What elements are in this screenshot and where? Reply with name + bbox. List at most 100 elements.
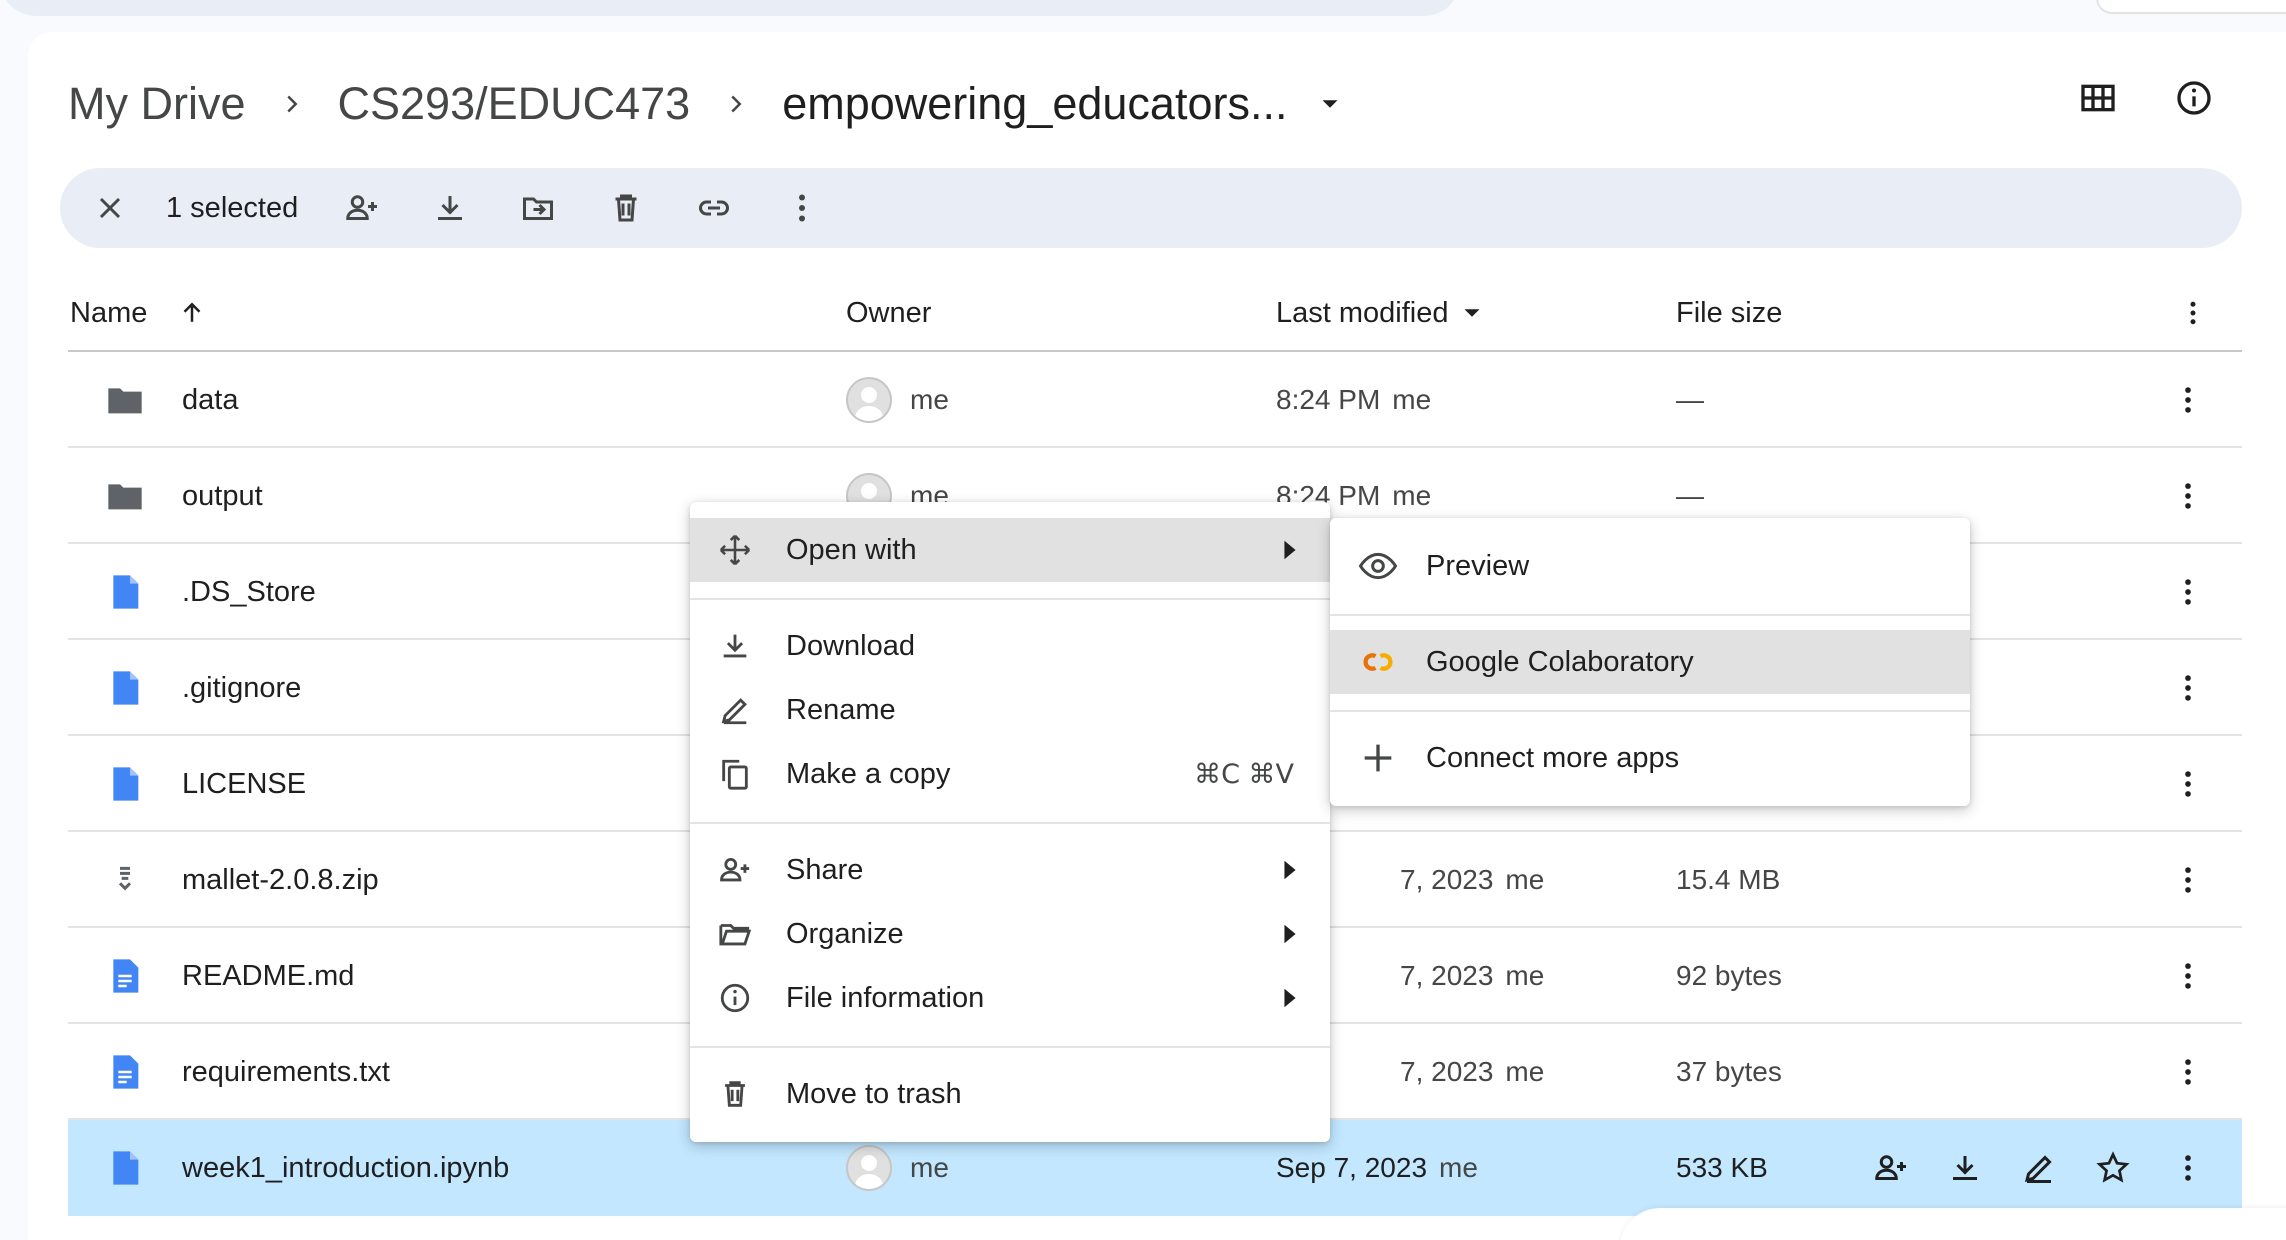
file-name: output bbox=[182, 479, 263, 512]
header-last-modified[interactable]: Last modified bbox=[1276, 297, 1487, 330]
caret-down-icon[interactable] bbox=[1315, 89, 1345, 119]
menu-divider bbox=[690, 1046, 1330, 1048]
avatar bbox=[846, 1145, 892, 1191]
download-icon[interactable] bbox=[420, 178, 480, 238]
file-name: mallet-2.0.8.zip bbox=[182, 863, 379, 896]
selection-count: 1 selected bbox=[166, 191, 299, 224]
more-vert-icon[interactable] bbox=[2168, 544, 2208, 640]
share-icon[interactable] bbox=[1872, 1149, 1910, 1187]
breadcrumb-current-folder[interactable]: empowering_educators... bbox=[782, 78, 1287, 130]
owner-cell: me bbox=[846, 352, 949, 448]
star-icon[interactable] bbox=[2094, 1149, 2132, 1187]
more-vert-icon[interactable] bbox=[2168, 928, 2208, 1024]
selection-toolbar: 1 selected bbox=[60, 168, 2242, 248]
size-cell: — bbox=[1676, 384, 1704, 415]
size-cell: 92 bytes bbox=[1676, 960, 1782, 991]
trash-icon[interactable] bbox=[596, 178, 656, 238]
open-with-submenu: Preview Google Colaboratory Connect more… bbox=[1330, 518, 1970, 806]
submenu-item-preview[interactable]: Preview bbox=[1330, 534, 1970, 598]
file-name: requirements.txt bbox=[182, 1055, 390, 1088]
file-name: .DS_Store bbox=[182, 575, 316, 608]
share-icon bbox=[716, 851, 754, 889]
more-vert-icon[interactable] bbox=[2168, 640, 2208, 736]
chevron-right-icon bbox=[246, 89, 338, 119]
document-icon bbox=[102, 1024, 148, 1120]
menu-item-rename[interactable]: Rename bbox=[690, 678, 1330, 742]
document-icon bbox=[102, 928, 148, 1024]
search-bar-remnant bbox=[0, 0, 1460, 16]
menu-divider bbox=[690, 822, 1330, 824]
folder-icon bbox=[102, 448, 148, 544]
caret-right-icon bbox=[1280, 857, 1300, 883]
more-vert-icon[interactable] bbox=[2168, 448, 2208, 544]
avatar bbox=[846, 377, 892, 423]
table-row[interactable]: data me 8:24 PM me — bbox=[68, 352, 2242, 448]
link-icon[interactable] bbox=[684, 178, 744, 238]
menu-item-share[interactable]: Share bbox=[690, 838, 1330, 902]
folder-open-icon bbox=[716, 915, 754, 953]
menu-divider bbox=[690, 598, 1330, 600]
rename-icon bbox=[716, 691, 754, 729]
more-vert-icon[interactable] bbox=[2168, 352, 2208, 448]
file-name: week1_introduction.ipynb bbox=[182, 1151, 510, 1184]
view-controls bbox=[2076, 76, 2216, 120]
file-icon bbox=[102, 736, 148, 832]
download-icon[interactable] bbox=[1946, 1149, 1984, 1187]
file-icon bbox=[102, 544, 148, 640]
file-icon bbox=[102, 1120, 148, 1216]
arrow-up-icon[interactable] bbox=[177, 298, 207, 328]
menu-item-organize[interactable]: Organize bbox=[690, 902, 1330, 966]
info-icon bbox=[716, 979, 754, 1017]
info-icon[interactable] bbox=[2172, 76, 2216, 120]
menu-item-download[interactable]: Download bbox=[690, 614, 1330, 678]
file-icon bbox=[102, 640, 148, 736]
folder-icon bbox=[102, 352, 148, 448]
file-name: .gitignore bbox=[182, 671, 302, 704]
menu-item-open-with[interactable]: Open with bbox=[690, 518, 1330, 582]
more-vert-icon[interactable] bbox=[2168, 1120, 2208, 1216]
account-area-remnant bbox=[2096, 0, 2286, 14]
size-cell: 15.4 MB bbox=[1676, 864, 1781, 895]
move-to-folder-icon[interactable] bbox=[508, 178, 568, 238]
more-vert-icon[interactable] bbox=[2168, 1024, 2208, 1120]
grid-view-icon[interactable] bbox=[2076, 76, 2120, 120]
submenu-item-google-colaboratory[interactable]: Google Colaboratory bbox=[1330, 630, 1970, 694]
breadcrumb-parent-folder[interactable]: CS293/EDUC473 bbox=[338, 78, 691, 130]
zip-icon bbox=[102, 832, 148, 928]
plus-icon bbox=[1356, 736, 1400, 780]
rename-icon[interactable] bbox=[2020, 1149, 2058, 1187]
menu-item-move-to-trash[interactable]: Move to trash bbox=[690, 1062, 1330, 1126]
more-vert-icon[interactable] bbox=[2168, 832, 2208, 928]
caret-down-icon bbox=[1457, 298, 1487, 328]
close-icon[interactable] bbox=[80, 178, 140, 238]
colab-icon bbox=[1356, 640, 1400, 684]
copy-icon bbox=[716, 755, 754, 793]
file-name: README.md bbox=[182, 959, 355, 992]
shortcut-hint: ⌘C ⌘V bbox=[1194, 758, 1294, 790]
trash-icon bbox=[716, 1075, 754, 1113]
menu-item-make-a-copy[interactable]: Make a copy ⌘C ⌘V bbox=[690, 742, 1330, 806]
modified-cell: 8:24 PM me bbox=[1276, 384, 1432, 415]
menu-item-file-information[interactable]: File information bbox=[690, 966, 1330, 1030]
more-vert-icon[interactable] bbox=[2168, 736, 2208, 832]
panel-remnant bbox=[1620, 1208, 2286, 1240]
menu-divider bbox=[1330, 614, 1970, 616]
more-vert-icon[interactable] bbox=[772, 178, 832, 238]
chevron-right-icon bbox=[690, 89, 782, 119]
move-arrows-icon bbox=[716, 531, 754, 569]
size-cell: 37 bytes bbox=[1676, 1056, 1782, 1087]
file-name: LICENSE bbox=[182, 767, 307, 800]
share-icon[interactable] bbox=[332, 178, 392, 238]
breadcrumb-my-drive[interactable]: My Drive bbox=[68, 78, 246, 130]
header-name[interactable]: Name bbox=[70, 297, 207, 330]
table-header: Name Owner Last modified File size bbox=[68, 276, 2242, 352]
header-file-size[interactable]: File size bbox=[1676, 297, 1782, 330]
breadcrumb: My Drive CS293/EDUC473 empowering_educat… bbox=[68, 72, 1345, 136]
submenu-item-connect-more-apps[interactable]: Connect more apps bbox=[1330, 726, 1970, 790]
context-menu: Open with Download Rename Make a copy ⌘C… bbox=[690, 502, 1330, 1142]
more-vert-icon[interactable] bbox=[2178, 298, 2208, 328]
size-cell: 533 KB bbox=[1676, 1152, 1768, 1183]
header-owner[interactable]: Owner bbox=[846, 297, 931, 330]
caret-right-icon bbox=[1280, 985, 1300, 1011]
download-icon bbox=[716, 627, 754, 665]
